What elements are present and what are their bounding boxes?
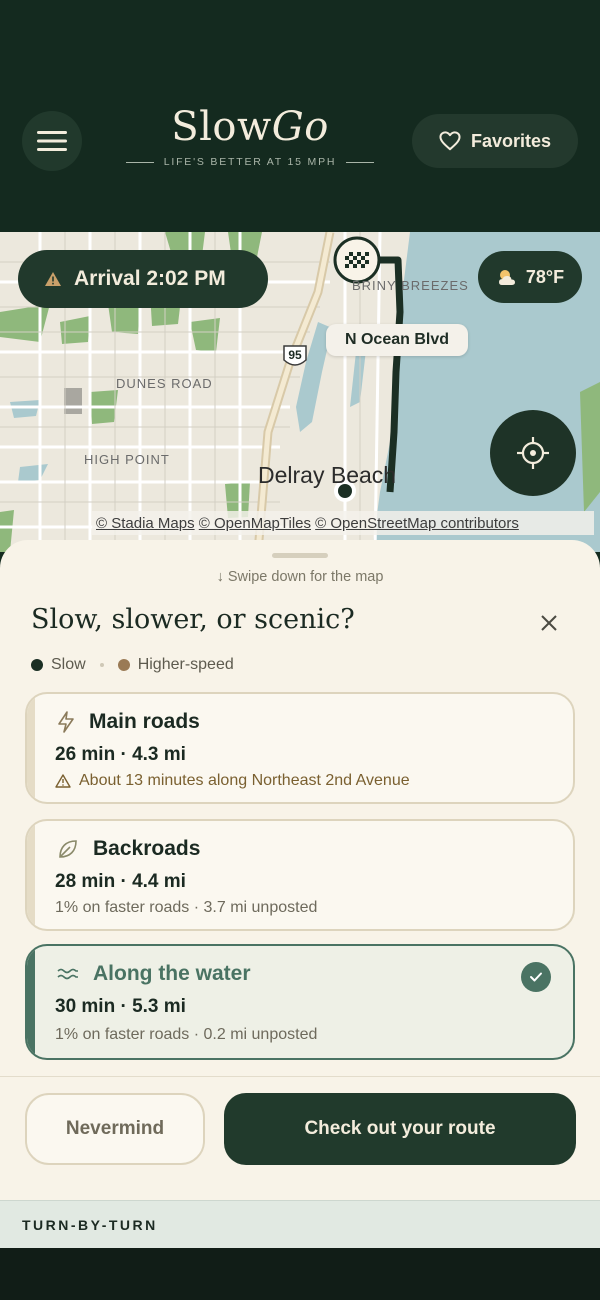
legend-higher-dot [117, 659, 130, 671]
sheet-title: Slow, slower, or scenic? [31, 604, 355, 635]
partly-cloudy-icon [498, 270, 515, 285]
warning-icon [45, 272, 61, 286]
route-note: About 13 minutes along Northeast 2nd Ave… [55, 772, 410, 790]
arrival-pill: Arrival 2:02 PM [18, 250, 268, 308]
weather-pill[interactable]: 78°F [478, 251, 582, 303]
map-label-city: Delray Beach [258, 462, 397, 488]
route-options-sheet: ↓ Swipe down for the map Slow, slower, o… [0, 540, 600, 1200]
legend-slow: Slow [51, 656, 86, 673]
tagline: LIFE'S BETTER AT 15 MPH [163, 156, 337, 168]
recenter-button[interactable] [490, 410, 576, 496]
route-name: Backroads [93, 837, 201, 860]
route-option-along-the-water[interactable]: Along the water 30 min · 5.3 mi 1% on fa… [25, 944, 575, 1060]
selected-check [521, 962, 551, 992]
route-note: 1% on faster roads · 0.2 mi unposted [55, 1026, 318, 1043]
attribution-openmaptiles[interactable]: © OpenMapTiles [199, 515, 311, 532]
route-name: Along the water [93, 962, 251, 985]
map-label-dunes-road: DUNES ROAD [116, 376, 213, 391]
brand-name: SlowGo [171, 104, 329, 150]
close-icon [541, 615, 557, 631]
highway-shield-text: 95 [288, 348, 302, 362]
route-stats: 26 min · 4.3 mi [55, 744, 186, 765]
heart-icon [439, 131, 461, 151]
route-note: 1% on faster roads · 3.7 mi unposted [55, 899, 318, 916]
favorites-label: Favorites [470, 130, 552, 151]
nevermind-button[interactable]: Nevermind [25, 1093, 205, 1165]
favorites-button[interactable]: Favorites [412, 114, 578, 168]
swipe-hint: ↓ Swipe down for the map [216, 569, 384, 585]
close-button[interactable] [534, 608, 564, 638]
warning-icon [55, 774, 71, 788]
leaf-icon [59, 840, 77, 858]
crosshair-icon [517, 437, 549, 469]
lightning-icon [58, 711, 74, 733]
turn-by-turn-header[interactable]: TURN-BY-TURN [0, 1200, 600, 1248]
sheet-handle[interactable] [272, 553, 328, 558]
weather-temp: 78°F [525, 266, 565, 287]
attribution-stadia[interactable]: © Stadia Maps [96, 515, 195, 532]
arrival-time: Arrival 2:02 PM [74, 267, 226, 290]
waves-icon [57, 968, 78, 980]
hamburger-icon [37, 131, 67, 151]
legend-slow-dot [31, 659, 43, 671]
street-label: N Ocean Blvd [326, 324, 468, 356]
speed-legend: Slow Higher-speed [31, 656, 234, 674]
checkmark-icon [530, 972, 542, 982]
app-header: SlowGo LIFE'S BETTER AT 15 MPH Favorites [0, 0, 600, 232]
route-option-backroads[interactable]: Backroads 28 min · 4.4 mi 1% on faster r… [25, 819, 575, 931]
attribution-osm[interactable]: © OpenStreetMap contributors [315, 515, 519, 532]
route-stats: 28 min · 4.4 mi [55, 871, 186, 892]
route-stats: 30 min · 5.3 mi [55, 996, 186, 1017]
legend-higher: Higher-speed [137, 656, 234, 673]
brand-logo: SlowGo LIFE'S BETTER AT 15 MPH [120, 104, 380, 168]
route-option-main-roads[interactable]: Main roads 26 min · 4.3 mi About 13 minu… [25, 692, 575, 804]
map-label-high-point: HIGH POINT [84, 452, 170, 467]
route-name: Main roads [89, 710, 200, 733]
menu-button[interactable] [22, 111, 82, 171]
map-label-briny-breezes: BRINY BREEZES [352, 278, 469, 293]
map-attribution: © Stadia Maps © OpenMapTiles © OpenStree… [92, 511, 594, 535]
bottom-bar [0, 1248, 600, 1300]
check-route-button[interactable]: Check out your route [224, 1093, 576, 1165]
